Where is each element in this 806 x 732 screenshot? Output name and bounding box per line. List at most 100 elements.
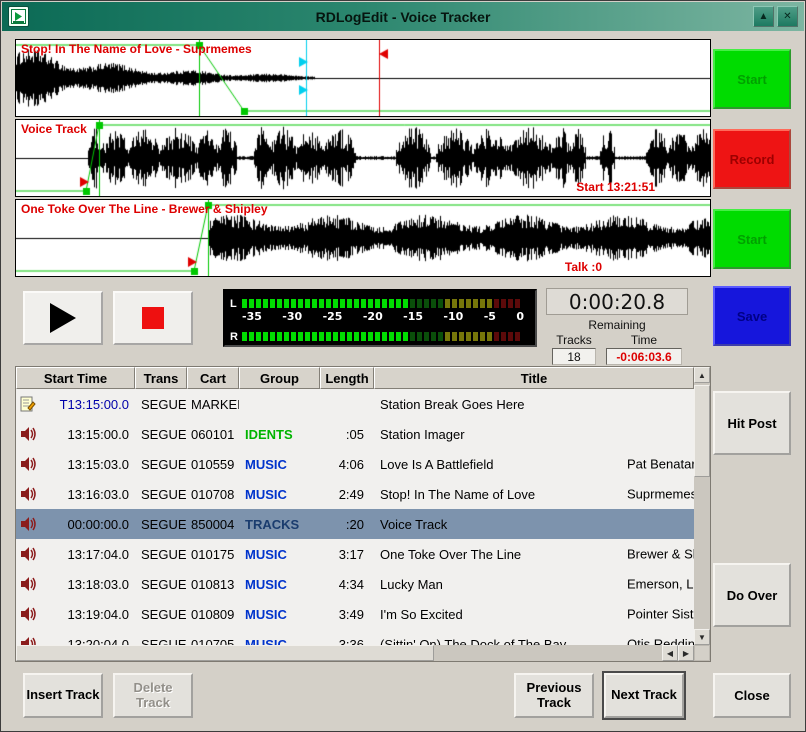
table-row[interactable]: 13:20:04.0SEGUE010705MUSIC3:36(Sittin' O…: [16, 629, 694, 645]
window-title: RDLogEdit - Voice Tracker: [2, 9, 804, 25]
table-row[interactable]: 00:00:00.0SEGUE850004TRACKS:20Voice Trac…: [16, 509, 694, 539]
cell-length: 3:17: [320, 547, 374, 562]
cell-start-time: 13:15:03.0: [42, 457, 135, 472]
save-button[interactable]: Save: [713, 286, 791, 346]
speaker-icon: [20, 606, 36, 622]
cell-trans: SEGUE: [135, 457, 187, 472]
table-row[interactable]: 13:15:00.0SEGUE060101IDENTS:05Station Im…: [16, 419, 694, 449]
cell-cart: 060101: [187, 427, 239, 442]
scroll-right-icon[interactable]: ▶: [678, 645, 694, 661]
column-header-trans[interactable]: Trans: [135, 367, 187, 389]
row-icon-cell: [16, 546, 42, 562]
cell-start-time: 13:15:00.0: [42, 427, 135, 442]
cell-trans: SEGUE: [135, 547, 187, 562]
cell-group: MUSIC: [239, 547, 320, 562]
time-remaining-label: Time: [631, 333, 657, 347]
next-track-button[interactable]: Next Track: [604, 673, 684, 718]
cell-title: Voice Track: [374, 509, 694, 539]
tracks-remaining-label: Tracks: [556, 333, 592, 347]
window-close-button[interactable]: ✕: [777, 6, 798, 27]
cell-start-time: 13:16:03.0: [42, 487, 135, 502]
waveform-panel-1: Stop! In The Name of Love - Suprmemes: [15, 39, 711, 117]
table-row[interactable]: 13:18:03.0SEGUE010813MUSIC4:34Lucky ManE…: [16, 569, 694, 599]
waveform-canvas-1[interactable]: [16, 40, 710, 116]
delete-track-button: Delete Track: [113, 673, 193, 718]
cell-artist: Emerson, Lake: [627, 577, 694, 592]
cell-title: Lucky ManEmerson, Lake: [374, 569, 694, 599]
speaker-icon: [20, 546, 36, 562]
waveform-canvas-2[interactable]: [16, 120, 710, 196]
table-row[interactable]: 13:19:04.0SEGUE010809MUSIC3:49I'm So Exc…: [16, 599, 694, 629]
voice-tracker-window: RDLogEdit - Voice Tracker ▲ ✕ Stop! In T…: [0, 0, 806, 732]
speaker-icon: [20, 516, 36, 532]
cell-artist: Pat Benatar: [627, 457, 694, 472]
cell-start-time: 13:20:04.0: [42, 637, 135, 646]
marker-note-icon: [20, 396, 36, 412]
hscroll-track[interactable]: [434, 645, 662, 661]
scroll-left-icon[interactable]: ◀: [662, 645, 678, 661]
meter-right-label: R: [230, 331, 242, 343]
start-track1-button[interactable]: Start: [713, 49, 791, 109]
speaker-icon: [20, 426, 36, 442]
cell-title: Love Is A BattlefieldPat Benatar: [374, 449, 694, 479]
waveform-panel-3: One Toke Over The Line - Brewer & Shiple…: [15, 199, 711, 277]
cell-trans: SEGUE: [135, 607, 187, 622]
log-table-body: T13:15:00.0SEGUEMARKERStation Break Goes…: [16, 389, 694, 645]
cell-cart: 010813: [187, 577, 239, 592]
previous-track-button[interactable]: Previous Track: [514, 673, 594, 718]
record-button[interactable]: Record: [713, 129, 791, 189]
scrollbar-corner: [694, 645, 710, 661]
close-button[interactable]: Close: [713, 673, 791, 718]
column-header-cart[interactable]: Cart: [187, 367, 239, 389]
column-header-length[interactable]: Length: [320, 367, 374, 389]
column-header-start-time[interactable]: Start Time: [16, 367, 135, 389]
log-table-header: Start TimeTransCartGroupLengthTitle: [16, 367, 694, 389]
cell-group: IDENTS: [239, 427, 320, 442]
maximize-button[interactable]: ▲: [753, 6, 774, 27]
scroll-down-icon[interactable]: ▼: [694, 629, 710, 645]
hit-post-button[interactable]: Hit Post: [713, 391, 791, 455]
cell-trans: SEGUE: [135, 517, 187, 532]
cell-cart: 010809: [187, 607, 239, 622]
cell-group: TRACKS: [239, 517, 320, 532]
cell-artist: Otis Redding: [627, 637, 694, 646]
table-row[interactable]: 13:15:03.0SEGUE010559MUSIC4:06Love Is A …: [16, 449, 694, 479]
cell-trans: SEGUE: [135, 397, 187, 412]
cell-artist: Pointer Sisters: [627, 607, 694, 622]
scroll-up-icon[interactable]: ▲: [694, 367, 710, 383]
cell-title: Station Imager: [374, 419, 694, 449]
cell-start-time: 13:17:04.0: [42, 547, 135, 562]
audio-level-meter: L -35-30-25-20-15-10-50 R: [223, 289, 537, 347]
column-header-group[interactable]: Group: [239, 367, 320, 389]
cell-length: 3:49: [320, 607, 374, 622]
cell-length: 4:34: [320, 577, 374, 592]
cell-group: MUSIC: [239, 487, 320, 502]
cell-start-time: T13:15:00.0: [42, 397, 135, 412]
stop-button[interactable]: [113, 291, 193, 345]
vscroll-track[interactable]: [694, 477, 710, 629]
table-row[interactable]: 13:17:04.0SEGUE010175MUSIC3:17One Toke O…: [16, 539, 694, 569]
start-track3-button[interactable]: Start: [713, 209, 791, 269]
cell-trans: SEGUE: [135, 427, 187, 442]
waveform-canvas-3[interactable]: [16, 200, 710, 276]
cell-cart: 010708: [187, 487, 239, 502]
remaining-label: Remaining: [546, 318, 688, 332]
hscroll-thumb[interactable]: [16, 645, 434, 661]
tracks-remaining-value: 18: [552, 348, 596, 365]
vertical-scrollbar[interactable]: ▲ ▼: [694, 367, 710, 661]
insert-track-button[interactable]: Insert Track: [23, 673, 103, 718]
play-button[interactable]: [23, 291, 103, 345]
waveform-area: Stop! In The Name of Love - Suprmemes Vo…: [15, 39, 711, 279]
cell-artist: Suprmemes: [627, 487, 694, 502]
row-icon-cell: [16, 456, 42, 472]
horizontal-scrollbar[interactable]: ◀ ▶: [16, 645, 694, 661]
cell-trans: SEGUE: [135, 577, 187, 592]
vscroll-thumb[interactable]: [694, 385, 710, 477]
speaker-icon: [20, 576, 36, 592]
do-over-button[interactable]: Do Over: [713, 563, 791, 627]
cell-length: 2:49: [320, 487, 374, 502]
table-row[interactable]: T13:15:00.0SEGUEMARKERStation Break Goes…: [16, 389, 694, 419]
table-row[interactable]: 13:16:03.0SEGUE010708MUSIC2:49Stop! In T…: [16, 479, 694, 509]
cell-artist: Brewer & Shipley: [627, 547, 694, 562]
column-header-title[interactable]: Title: [374, 367, 694, 389]
